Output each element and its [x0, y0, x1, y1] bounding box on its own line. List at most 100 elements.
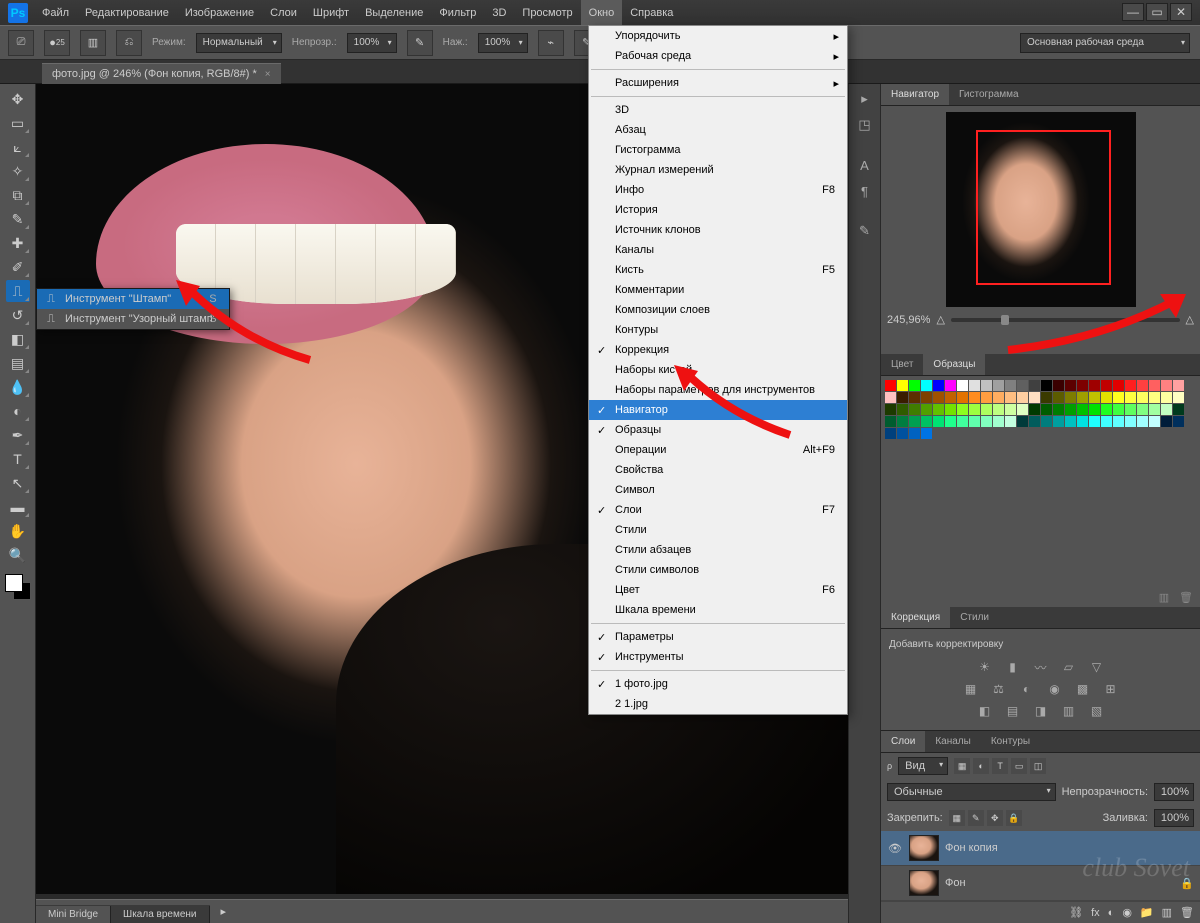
adj-gradient-icon[interactable]: ▥: [1060, 702, 1078, 720]
swatch[interactable]: [981, 416, 992, 427]
swatch[interactable]: [933, 404, 944, 415]
swatch[interactable]: [897, 416, 908, 427]
filter-type-icon[interactable]: T: [992, 758, 1008, 774]
navigator-viewport-box[interactable]: [976, 130, 1111, 285]
swatch[interactable]: [897, 404, 908, 415]
adj-vibrance-icon[interactable]: ▽: [1088, 658, 1106, 676]
menu-item[interactable]: Упорядочить▸: [589, 26, 847, 46]
swatch[interactable]: [993, 404, 1004, 415]
swatch[interactable]: [1161, 392, 1172, 403]
menu-item[interactable]: Стили абзацев: [589, 540, 847, 560]
pen-tool[interactable]: ✒: [6, 424, 30, 446]
menu-редактирование[interactable]: Редактирование: [77, 0, 177, 25]
tab-adjustments[interactable]: Коррекция: [881, 607, 950, 628]
swatch[interactable]: [981, 392, 992, 403]
swatch-grid[interactable]: [885, 380, 1195, 439]
swatch[interactable]: [1077, 380, 1088, 391]
group-icon[interactable]: 📁: [1140, 906, 1154, 919]
lock-pixels-icon[interactable]: ✎: [968, 810, 984, 826]
flow-select[interactable]: 100%: [478, 33, 528, 53]
swatch[interactable]: [957, 404, 968, 415]
strip-character-icon[interactable]: A: [854, 154, 876, 176]
history-brush-tool[interactable]: ↺: [6, 304, 30, 326]
fill-value[interactable]: 100%: [1154, 809, 1194, 827]
delete-layer-icon[interactable]: 🗑: [1180, 906, 1194, 919]
clone-source-icon[interactable]: ⎌: [116, 30, 142, 56]
swatch[interactable]: [1017, 380, 1028, 391]
menu-item[interactable]: Журнал измерений: [589, 160, 847, 180]
menu-item[interactable]: ЦветF6: [589, 580, 847, 600]
swatch[interactable]: [885, 428, 896, 439]
lock-pos-icon[interactable]: ✥: [987, 810, 1003, 826]
maximize-button[interactable]: ▭: [1146, 3, 1168, 21]
menu-шрифт[interactable]: Шрифт: [305, 0, 357, 25]
quick-select-tool[interactable]: ✧: [6, 160, 30, 182]
swatch[interactable]: [969, 392, 980, 403]
swatch[interactable]: [945, 416, 956, 427]
swatch[interactable]: [921, 428, 932, 439]
flyout-item[interactable]: ⎍Инструмент "Штамп"S: [37, 289, 229, 309]
zoom-in-icon[interactable]: △: [1186, 313, 1194, 326]
tab-paths[interactable]: Контуры: [981, 731, 1040, 752]
blur-tool[interactable]: 💧: [6, 376, 30, 398]
layer-thumbnail[interactable]: [909, 835, 939, 861]
swatch[interactable]: [1017, 392, 1028, 403]
swatch[interactable]: [1101, 416, 1112, 427]
menu-item[interactable]: Стили: [589, 520, 847, 540]
swatch[interactable]: [1113, 416, 1124, 427]
swatch[interactable]: [1161, 416, 1172, 427]
menu-item[interactable]: 3D: [589, 100, 847, 120]
brush-preview-icon[interactable]: ●25: [44, 30, 70, 56]
filter-smart-icon[interactable]: ◫: [1030, 758, 1046, 774]
tool-preset-icon[interactable]: ⎚: [8, 30, 34, 56]
adj-exposure-icon[interactable]: ▱: [1060, 658, 1078, 676]
swatch[interactable]: [1077, 404, 1088, 415]
swatch[interactable]: [1101, 392, 1112, 403]
eraser-tool[interactable]: ◧: [6, 328, 30, 350]
menu-item[interactable]: Наборы кистей: [589, 360, 847, 380]
adj-selective-icon[interactable]: ▧: [1088, 702, 1106, 720]
close-tab-icon[interactable]: ×: [265, 69, 271, 80]
menu-item[interactable]: Расширения▸: [589, 73, 847, 93]
tab-color[interactable]: Цвет: [881, 354, 923, 375]
document-tab[interactable]: фото.jpg @ 246% (Фон копия, RGB/8#) * ×: [42, 63, 281, 84]
hand-tool[interactable]: ✋: [6, 520, 30, 542]
swatch[interactable]: [933, 416, 944, 427]
brush-panel-icon[interactable]: ▥: [80, 30, 106, 56]
menu-item[interactable]: Абзац: [589, 120, 847, 140]
menu-item[interactable]: ✓Коррекция: [589, 340, 847, 360]
layer-kind-select[interactable]: Вид: [898, 757, 948, 775]
swatch[interactable]: [1173, 404, 1184, 415]
swatch[interactable]: [933, 392, 944, 403]
menu-item[interactable]: История: [589, 200, 847, 220]
menu-item[interactable]: Источник клонов: [589, 220, 847, 240]
swatch[interactable]: [885, 404, 896, 415]
color-swatches[interactable]: [5, 574, 31, 600]
swatch[interactable]: [957, 380, 968, 391]
swatch[interactable]: [1113, 380, 1124, 391]
swatch[interactable]: [921, 416, 932, 427]
adj-curves-icon[interactable]: 〰: [1032, 658, 1050, 676]
menu-item[interactable]: ✓Навигатор: [589, 400, 847, 420]
tab-navigator[interactable]: Навигатор: [881, 84, 949, 105]
adj-mixer-icon[interactable]: ▩: [1074, 680, 1092, 698]
dodge-tool[interactable]: ◐: [6, 400, 30, 422]
swatch[interactable]: [909, 380, 920, 391]
menu-item[interactable]: Рабочая среда▸: [589, 46, 847, 66]
layer-thumbnail[interactable]: [909, 870, 939, 896]
adj-invert-icon[interactable]: ◧: [976, 702, 994, 720]
swatch[interactable]: [957, 392, 968, 403]
status-arrow-icon[interactable]: ▸: [221, 905, 227, 918]
swatch[interactable]: [969, 380, 980, 391]
swatch[interactable]: [1089, 392, 1100, 403]
swatch[interactable]: [1005, 380, 1016, 391]
swatch[interactable]: [1149, 392, 1160, 403]
flyout-item[interactable]: ⎍Инструмент "Узорный штамп"S: [37, 309, 229, 329]
swatch[interactable]: [945, 404, 956, 415]
pressure-opacity-icon[interactable]: ✎: [407, 30, 433, 56]
shape-tool[interactable]: ▬: [6, 496, 30, 518]
swatch[interactable]: [909, 404, 920, 415]
swatch[interactable]: [1077, 392, 1088, 403]
swatch[interactable]: [885, 392, 896, 403]
clone-stamp-tool[interactable]: ⎍: [6, 280, 30, 302]
